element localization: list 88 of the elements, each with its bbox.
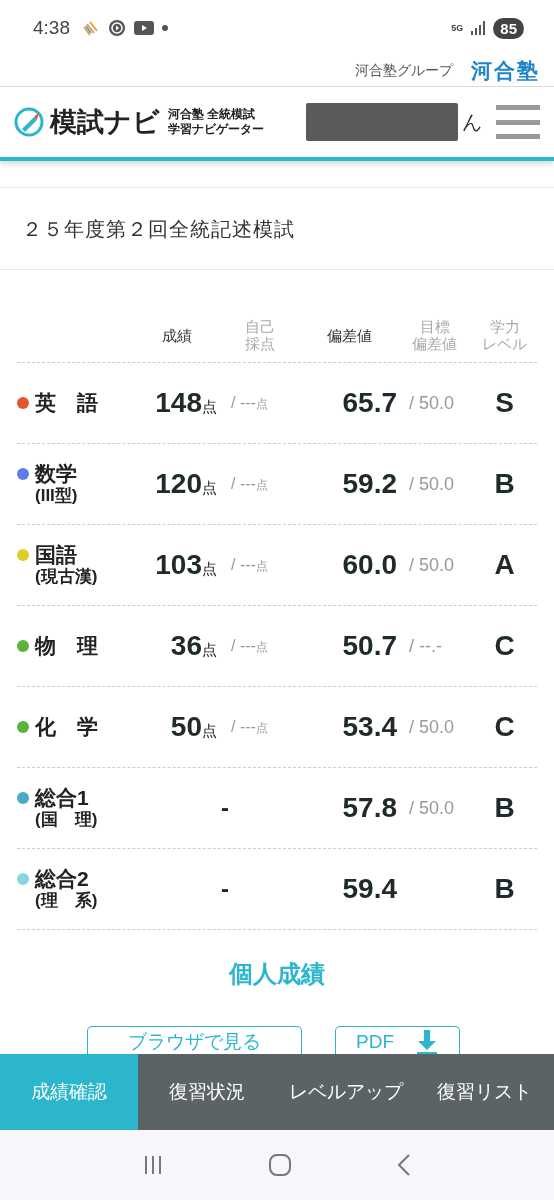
self-score-unit: 点 <box>255 719 268 737</box>
self-score-unit: 点 <box>255 557 268 575</box>
score-value: 120 <box>155 468 202 500</box>
level-grade: S <box>494 387 515 419</box>
column-header: 成績 <box>162 326 192 344</box>
subject-name: 総合1 <box>35 786 90 810</box>
play-circle-icon <box>108 19 126 37</box>
subject-name: 英 語 <box>35 391 98 415</box>
score-unit: 点 <box>202 641 217 660</box>
deviation-value: 53.4 <box>341 711 397 743</box>
level-grade: C <box>493 711 516 743</box>
status-time: 4:38 <box>33 17 70 39</box>
deviation-value: 60.0 <box>341 549 397 581</box>
level-grade: B <box>493 468 516 500</box>
target-deviation: / --.- <box>408 635 443 657</box>
logo-subtitle: 河合塾 全統模試 <box>168 107 257 122</box>
level-grade: B <box>493 873 516 905</box>
deviation-value: 57.8 <box>341 792 397 824</box>
column-header: 学力 <box>489 318 520 335</box>
score-value: 50 <box>170 711 202 743</box>
browser-view-button[interactable]: ブラウザで見る <box>86 1026 302 1054</box>
brand-logo[interactable]: 河合塾 <box>471 57 540 85</box>
level-grade: A <box>493 549 516 581</box>
self-score: / --- <box>231 393 256 412</box>
pdf-download-button[interactable]: PDF <box>334 1026 460 1054</box>
self-score-unit: 点 <box>255 476 268 494</box>
deviation-value: 59.2 <box>341 468 397 500</box>
score-value: 36 <box>170 630 202 662</box>
back-icon[interactable] <box>397 1154 412 1176</box>
network-label: 5G <box>451 23 464 33</box>
subject-note: (理 系) <box>35 891 98 911</box>
score-value: - <box>221 875 229 903</box>
exam-title: ２５年度第２回全統記述模試 <box>0 188 554 270</box>
pencil-logo-icon <box>14 107 44 137</box>
self-score: / --- <box>231 474 256 493</box>
subject-name: 国語 <box>35 543 78 567</box>
score-unit: 点 <box>202 398 217 417</box>
dot-icon <box>162 25 168 31</box>
target-deviation: / 50.0 <box>408 716 456 738</box>
self-score-unit: 点 <box>255 395 268 413</box>
level-grade: C <box>493 630 516 662</box>
column-header: 偏差値 <box>412 335 457 352</box>
bottom-tab[interactable]: 復習リスト <box>415 1054 554 1130</box>
deviation-value: 50.7 <box>341 630 397 662</box>
menu-icon[interactable] <box>496 105 540 139</box>
group-label: 河合塾グループ <box>355 62 453 80</box>
bottom-tab[interactable]: レベルアップ <box>276 1054 416 1130</box>
score-unit: 点 <box>202 479 217 498</box>
video-icon <box>134 20 154 36</box>
column-header: 目標 <box>419 318 450 335</box>
column-header: 自己 <box>244 318 275 335</box>
signal-icon <box>471 21 486 35</box>
subject-name: 数学 <box>35 462 78 486</box>
bottom-tab[interactable]: 復習状況 <box>138 1054 277 1130</box>
subject-name: 物 理 <box>35 634 98 658</box>
subject-note: (III型) <box>35 486 78 506</box>
subject-note: (現古漢) <box>35 567 98 587</box>
subject-note: (国 理) <box>35 810 98 830</box>
level-grade: B <box>493 792 516 824</box>
subject-name: 化 学 <box>35 715 98 739</box>
home-icon[interactable] <box>268 1153 292 1177</box>
target-deviation: / 50.0 <box>408 473 456 495</box>
self-score: / --- <box>231 717 256 736</box>
score-value: 103 <box>155 549 202 581</box>
target-deviation: / 50.0 <box>408 392 456 414</box>
target-deviation: / 50.0 <box>408 797 456 819</box>
column-header: 採点 <box>244 335 275 352</box>
logo-title: 模試ナビ <box>50 106 160 139</box>
column-header: レベル <box>482 335 527 352</box>
score-unit: 点 <box>202 722 217 741</box>
target-deviation: / 50.0 <box>408 554 456 576</box>
recent-apps-icon[interactable] <box>142 1155 163 1175</box>
bottom-tab[interactable]: 成績確認 <box>0 1054 138 1130</box>
logo-subtitle: 学習ナビゲーター <box>168 122 264 137</box>
subject-name: 総合2 <box>35 867 90 891</box>
score-value: - <box>221 794 229 822</box>
self-score: / --- <box>231 636 256 655</box>
section-title: 個人成績 <box>227 959 326 989</box>
deviation-value: 59.4 <box>341 873 397 905</box>
download-icon <box>416 1030 438 1054</box>
score-unit: 点 <box>202 560 217 579</box>
column-header: 偏差値 <box>327 326 372 344</box>
deviation-value: 65.7 <box>341 387 397 419</box>
battery-level: 85 <box>493 17 524 39</box>
self-score: / --- <box>231 555 256 574</box>
score-value: 148 <box>155 387 202 419</box>
self-score-unit: 点 <box>255 638 268 656</box>
user-name: ん <box>462 109 482 135</box>
